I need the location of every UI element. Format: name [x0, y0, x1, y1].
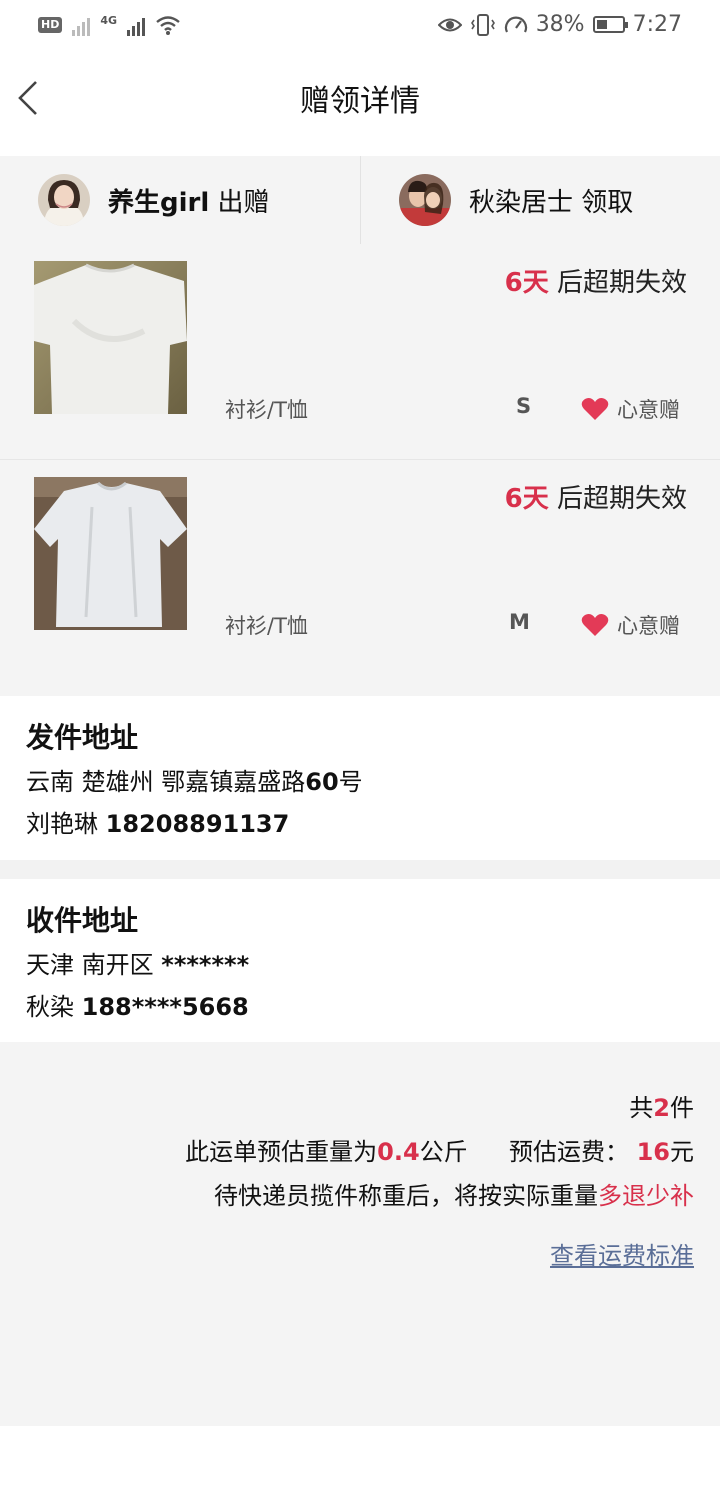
network-label: 4G: [100, 14, 118, 27]
heart-icon: [581, 614, 609, 636]
giver-username: 养生girl: [108, 187, 210, 218]
giver-avatar[interactable]: [38, 174, 90, 226]
receiver-address-text: 天津 南开区: [26, 951, 154, 979]
eye-icon: [437, 18, 462, 31]
expire-days: 6天: [504, 484, 549, 514]
sender-name: 刘艳琳: [26, 810, 98, 838]
receiver-address-title: 收件地址: [26, 904, 139, 937]
clock: 7:27: [632, 12, 682, 37]
item-size: M: [509, 610, 530, 634]
item-size: S: [516, 394, 532, 418]
signal-4g-icon: [127, 14, 146, 36]
fee-standard-link[interactable]: 查看运费标准: [550, 1236, 694, 1271]
fee-unit: 元: [670, 1138, 694, 1166]
expire-text: 后超期失效: [548, 268, 687, 298]
item-category: 衬衫/T恤: [225, 614, 308, 638]
sender-address-suffix: 号: [338, 768, 363, 796]
item-thumbnail[interactable]: [34, 477, 187, 630]
sender-address-text: 云南 楚雄州 鄂嘉镇嘉盛路: [26, 768, 306, 796]
users-divider: [360, 156, 361, 244]
page-title: 赠领详情: [300, 84, 420, 119]
receiver-phone: 188****5668: [81, 993, 249, 1021]
sender-address-number: 60: [305, 768, 339, 796]
sender-contact: 刘艳琳 18208891137: [26, 804, 289, 839]
receiver-cell[interactable]: 秋染居士 领取: [399, 156, 720, 244]
receiver-name: 秋染: [26, 993, 74, 1021]
receiver-name: 秋染居士 领取: [469, 182, 633, 219]
receiver-action: 领取: [581, 187, 634, 218]
item-thumbnail[interactable]: [34, 261, 187, 414]
list-item[interactable]: 6天 后超期失效 衬衫/T恤 M 心意赠: [0, 459, 720, 675]
total-count-line: 共2件: [629, 1088, 694, 1123]
note-prefix: 待快递员揽件称重后，将按实际重量: [214, 1182, 598, 1210]
section-divider: [0, 860, 720, 879]
expire-text: 后超期失效: [548, 484, 687, 514]
gift-tag: 心意赠: [581, 610, 680, 640]
users-strip: 养生girl 出赠 秋染居士 领取: [0, 156, 720, 245]
sender-address-title: 发件地址: [26, 721, 139, 754]
header: 赠领详情: [0, 56, 720, 156]
weight-value: 0.4: [377, 1138, 420, 1166]
sender-phone: 18208891137: [105, 810, 290, 838]
speedometer-icon: [504, 16, 527, 32]
receiver-username: 秋染居士: [469, 187, 574, 218]
expire-days: 6天: [504, 268, 549, 298]
weight-unit: 公斤: [419, 1138, 468, 1166]
receiver-address-masked: *******: [161, 951, 250, 979]
shipping-summary: 共2件 此运单预估重量为0.4公斤 预估运费： 16元 待快递员揽件称重后，将按…: [0, 1042, 720, 1426]
vibrate-icon: [470, 13, 495, 36]
receiver-address-line: 天津 南开区 *******: [26, 945, 249, 980]
gift-label: 心意赠: [617, 614, 680, 638]
list-item[interactable]: 6天 后超期失效 衬衫/T恤 S 心意赠: [0, 244, 720, 459]
wifi-icon: [156, 16, 180, 35]
weight-fee-line: 此运单预估重量为0.4公斤 预估运费： 16元: [185, 1132, 694, 1167]
expire-notice: 6天 后超期失效: [505, 478, 687, 515]
status-left: HD 4G: [38, 14, 181, 36]
total-suffix: 件: [670, 1094, 694, 1122]
weight-prefix: 此运单预估重量为: [185, 1138, 378, 1166]
giver-cell[interactable]: 养生girl 出赠: [38, 156, 360, 244]
sender-address-line: 云南 楚雄州 鄂嘉镇嘉盛路60号: [26, 762, 363, 797]
note-highlight: 多退少补: [598, 1182, 694, 1210]
total-count: 2: [653, 1094, 670, 1122]
gift-label: 心意赠: [617, 398, 680, 422]
weight-note-line: 待快递员揽件称重后，将按实际重量多退少补: [214, 1176, 694, 1211]
status-bar: HD 4G 38% 7:27: [0, 0, 720, 56]
receiver-address-card: 收件地址 天津 南开区 ******* 秋染 188****5668: [0, 879, 720, 1042]
giver-name: 养生girl 出赠: [108, 182, 270, 219]
fee-value: 16: [636, 1138, 670, 1166]
fee-label: 预估运费：: [508, 1138, 629, 1166]
item-category: 衬衫/T恤: [225, 398, 308, 422]
status-right: 38% 7:27: [437, 12, 682, 37]
total-prefix: 共: [629, 1094, 654, 1122]
item-list: 6天 后超期失效 衬衫/T恤 S 心意赠 6天 后超期失效 衬衫/T恤 M 心意…: [0, 244, 720, 696]
sender-address-card: 发件地址 云南 楚雄州 鄂嘉镇嘉盛路60号 刘艳琳 18208891137: [0, 696, 720, 860]
receiver-avatar[interactable]: [399, 174, 451, 226]
heart-icon: [581, 398, 609, 420]
giver-action: 出赠: [217, 187, 270, 218]
battery-icon: [592, 16, 628, 33]
hd-badge: HD: [38, 17, 63, 33]
expire-notice: 6天 后超期失效: [505, 262, 687, 299]
battery-percent: 38%: [535, 12, 585, 37]
receiver-contact: 秋染 188****5668: [26, 987, 249, 1022]
signal-icon: [72, 14, 91, 36]
gift-tag: 心意赠: [581, 394, 680, 424]
